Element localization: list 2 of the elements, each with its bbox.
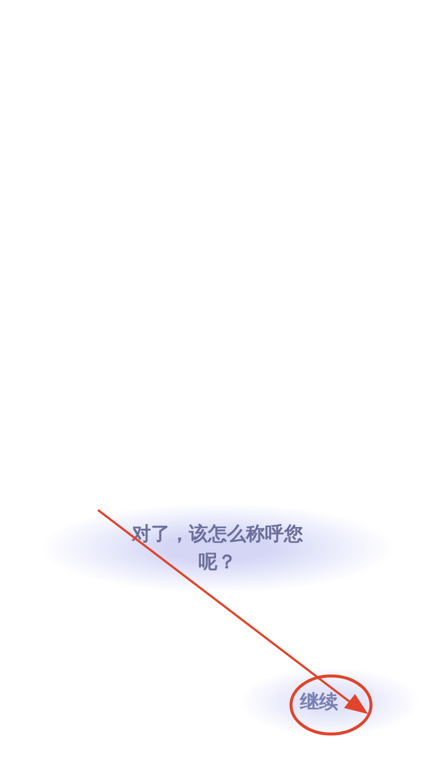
dialog-text: 对了，该怎么称呼您呢？ xyxy=(130,522,304,575)
continue-button[interactable]: 继续 xyxy=(296,687,342,717)
